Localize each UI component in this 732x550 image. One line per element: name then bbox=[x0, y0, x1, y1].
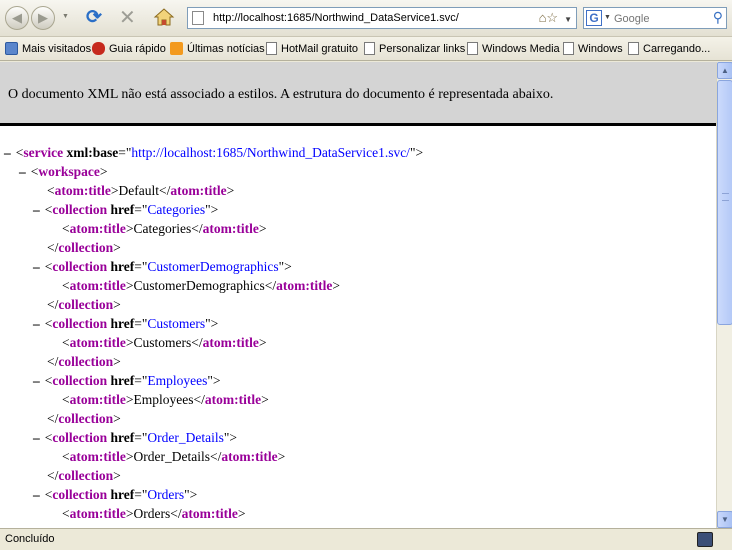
history-dropdown-icon[interactable]: ▼ bbox=[62, 13, 69, 20]
xml-collection-open: – <collection href="Orders"> bbox=[33, 487, 198, 502]
xml-collection-close: </collection> bbox=[47, 411, 121, 426]
url-dropdown-icon[interactable]: ▼ bbox=[564, 15, 572, 24]
arrow-down-icon: ▼ bbox=[721, 515, 729, 524]
collapse-toggle[interactable]: – bbox=[33, 430, 40, 445]
navigation-toolbar: ◀ ▶ ▼ ⟳ ✕ http://localhost:1685/Northwin… bbox=[0, 0, 732, 37]
xml-collection-close: </collection> bbox=[47, 468, 121, 483]
reload-icon[interactable]: ⟳ bbox=[86, 6, 102, 29]
vertical-scrollbar[interactable]: ▲ ▼ bbox=[716, 62, 732, 528]
page-content: O documento XML não está associado a est… bbox=[0, 62, 716, 528]
scroll-down-button[interactable]: ▼ bbox=[717, 511, 732, 528]
bookmarks-toolbar: Mais visitados Guia rápido Últimas notíc… bbox=[0, 37, 732, 61]
xml-collection-close: </collection> bbox=[47, 297, 121, 312]
xml-workspace-title: <atom:title>Default</atom:title> bbox=[47, 183, 235, 198]
xml-collection-open: – <collection href="CustomerDemographics"… bbox=[33, 259, 292, 274]
scroll-thumb[interactable] bbox=[717, 80, 732, 325]
rss-icon bbox=[170, 42, 183, 55]
xml-service-open: – <service xml:base="http://localhost:168… bbox=[4, 145, 424, 160]
address-bar[interactable]: http://localhost:1685/Northwind_DataServ… bbox=[187, 7, 577, 29]
xml-collection-open: – <collection href="Customers"> bbox=[33, 316, 219, 331]
page-icon bbox=[266, 42, 277, 55]
scroll-up-button[interactable]: ▲ bbox=[717, 62, 732, 79]
stop-icon[interactable]: ✕ bbox=[119, 5, 136, 30]
xml-collection-title: <atom:title>CustomerDemographics</atom:t… bbox=[62, 278, 340, 293]
page-icon bbox=[364, 42, 375, 55]
xml-collection-close: </collection> bbox=[47, 240, 121, 255]
xml-info-message: O documento XML não está associado a est… bbox=[8, 87, 554, 102]
xml-collection-title: <atom:title>Employees</atom:title> bbox=[62, 392, 269, 407]
status-text: Concluído bbox=[5, 533, 55, 545]
xml-collection-open: – <collection href="Employees"> bbox=[33, 373, 221, 388]
search-icon[interactable]: ⚲ bbox=[713, 9, 723, 26]
page-icon bbox=[467, 42, 478, 55]
collapse-toggle[interactable]: – bbox=[33, 259, 40, 274]
page-icon bbox=[192, 11, 204, 25]
forward-arrow-icon: ▶ bbox=[38, 10, 48, 25]
bookmark-personalizar-links[interactable]: Personalizar links bbox=[364, 42, 465, 57]
bookmark-windows-media[interactable]: Windows Media bbox=[467, 42, 560, 57]
xml-collection-close: </collection> bbox=[47, 354, 121, 369]
collapse-toggle[interactable]: – bbox=[33, 373, 40, 388]
bookmark-mais-visitados[interactable]: Mais visitados bbox=[5, 42, 91, 57]
google-engine-icon[interactable]: G bbox=[586, 10, 602, 26]
xml-collection-title: <atom:title>Customers</atom:title> bbox=[62, 335, 267, 350]
xml-collection-title: <atom:title>Categories</atom:title> bbox=[62, 221, 267, 236]
search-box[interactable]: G ▼ ⚲ bbox=[583, 7, 727, 29]
xml-collection-title: <atom:title>Orders</atom:title> bbox=[62, 506, 246, 521]
xml-info-banner: O documento XML não está associado a est… bbox=[0, 62, 716, 126]
bookmark-hotmail[interactable]: HotMail gratuito bbox=[266, 42, 358, 57]
collapse-toggle[interactable]: – bbox=[4, 145, 11, 160]
bookmark-star-icon[interactable]: ☆ bbox=[546, 10, 558, 25]
collapse-toggle[interactable]: – bbox=[19, 164, 26, 179]
xml-collection-open: – <collection href="Order_Details"> bbox=[33, 430, 237, 445]
forward-button[interactable]: ▶ bbox=[31, 6, 55, 30]
back-arrow-icon: ◀ bbox=[12, 10, 22, 25]
xml-workspace-open: – <workspace> bbox=[19, 164, 108, 179]
xml-collection-open: – <collection href="Categories"> bbox=[33, 202, 219, 217]
page-icon bbox=[563, 42, 574, 55]
home-icon[interactable] bbox=[153, 6, 175, 28]
engine-dropdown-icon[interactable]: ▼ bbox=[604, 14, 611, 21]
collapse-toggle[interactable]: – bbox=[33, 202, 40, 217]
bookmark-ultimas-noticias[interactable]: Últimas notícias bbox=[170, 42, 265, 57]
firefox-bug-icon bbox=[92, 42, 105, 55]
xml-collection-title: <atom:title>Order_Details</atom:title> bbox=[62, 449, 286, 464]
bookmark-windows[interactable]: Windows bbox=[563, 42, 623, 57]
collapse-toggle[interactable]: – bbox=[33, 487, 40, 502]
arrow-up-icon: ▲ bbox=[721, 66, 729, 75]
bookmark-carregando[interactable]: Carregando... bbox=[628, 42, 710, 57]
bookmark-guia-rapido[interactable]: Guia rápido bbox=[92, 42, 166, 57]
folder-icon bbox=[5, 42, 18, 55]
search-input[interactable] bbox=[614, 11, 702, 26]
page-icon bbox=[628, 42, 639, 55]
back-button[interactable]: ◀ bbox=[5, 6, 29, 30]
collapse-toggle[interactable]: – bbox=[33, 316, 40, 331]
address-url[interactable]: http://localhost:1685/Northwind_DataServ… bbox=[213, 12, 459, 24]
status-bar: Concluído bbox=[0, 528, 732, 550]
addon-status-icon[interactable] bbox=[697, 532, 713, 547]
grip-icon bbox=[722, 193, 729, 201]
